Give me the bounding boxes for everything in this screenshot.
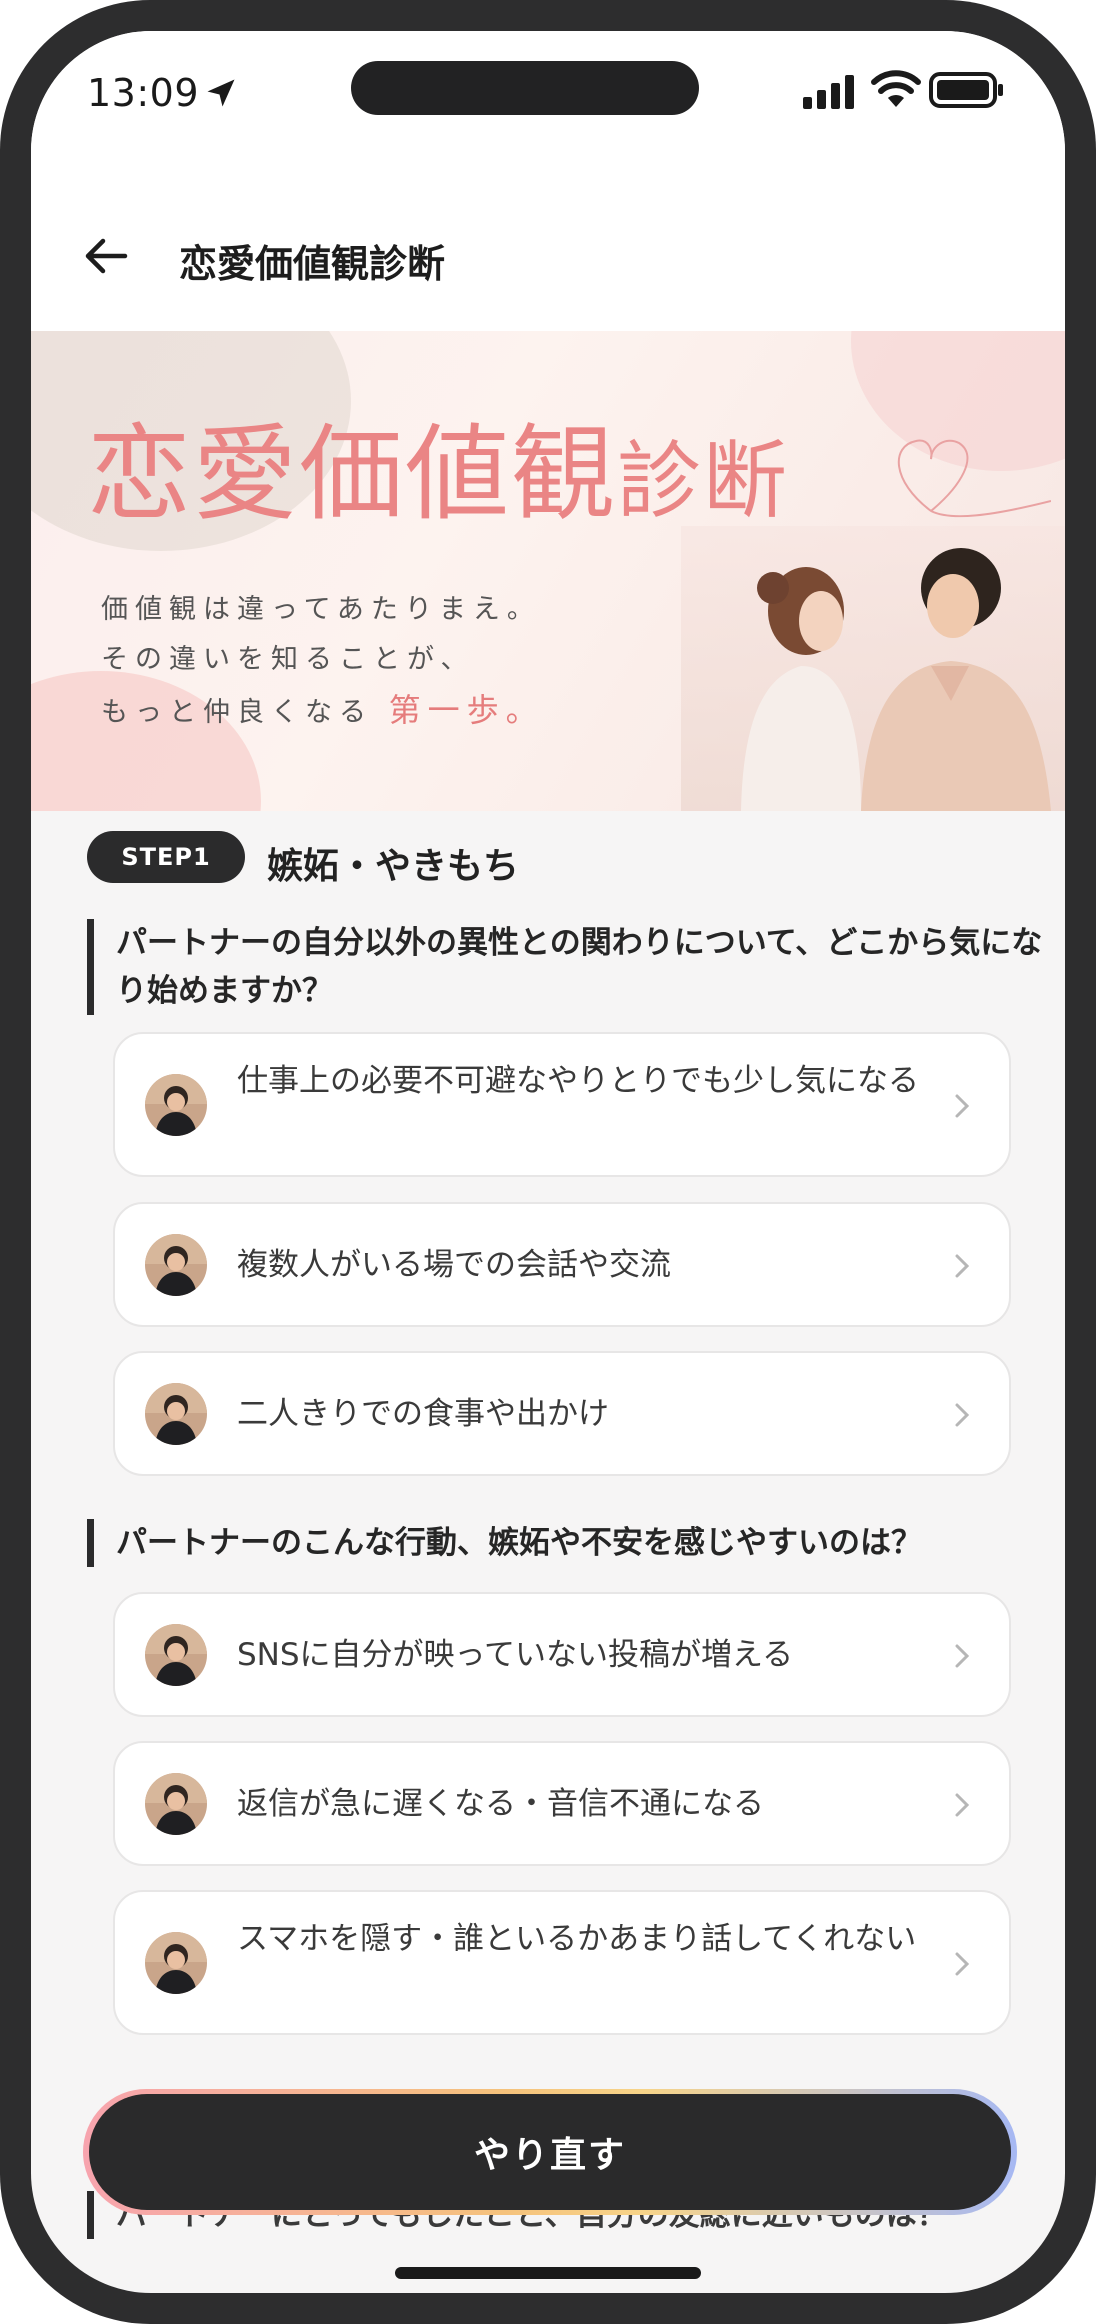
answer-option-text: 返信が急に遅くなる・音信不通になる — [237, 1786, 764, 1822]
hero-banner: 恋愛価値観診断 価値観は違ってあたりまえ。 その違いを知ることが、 もっと仲良く… — [31, 331, 1065, 811]
question-heading: パートナーのこんな行動、嫉妬や不安を感じやすいのは？ — [87, 1519, 1056, 1567]
answer-option[interactable]: 返信が急に遅くなる・音信不通になる — [113, 1741, 1011, 1866]
avatar — [145, 1624, 207, 1686]
answer-option-text: SNSに自分が映っていない投稿が増える — [237, 1637, 794, 1673]
answer-option[interactable]: スマホを隠す・誰といるかあまり話してくれない — [113, 1890, 1011, 2035]
answer-option-text: 複数人がいる場での会話や交流 — [237, 1247, 671, 1283]
answer-option-text: スマホを隠す・誰といるかあまり話してくれない — [237, 1921, 917, 1957]
banner-copy-line: 価値観は違ってあたりまえ。 — [101, 594, 541, 625]
banner-title: 恋愛価値観診断 — [87, 389, 789, 540]
banner-highlight: 第一歩。 — [388, 691, 545, 729]
avatar — [145, 1932, 207, 1994]
answer-option-text: 仕事上の必要不可避なやりとりでも少し気になる — [237, 1063, 919, 1099]
nav-bar: 恋愛価値観診断 — [31, 161, 1065, 331]
banner-copy: 価値観は違ってあたりまえ。 その違いを知ることが、 もっと仲良くなる 第一歩。 — [101, 585, 545, 738]
back-arrow-icon[interactable] — [81, 231, 131, 281]
chevron-right-icon — [955, 1952, 970, 1976]
wifi-icon — [871, 70, 921, 107]
home-indicator[interactable] — [395, 2267, 701, 2279]
location-arrow-icon — [207, 79, 235, 107]
chevron-right-icon — [955, 1644, 970, 1668]
answer-option[interactable]: 仕事上の必要不可避なやりとりでも少し気になる — [113, 1032, 1011, 1177]
step-title: 嫉妬・やきもち — [267, 846, 520, 887]
banner-title-sub: 診断 — [617, 432, 790, 530]
dynamic-island — [351, 61, 699, 115]
answer-option[interactable]: 複数人がいる場での会話や交流 — [113, 1202, 1011, 1327]
chevron-right-icon — [955, 1254, 970, 1278]
battery-icon — [929, 72, 1003, 108]
answer-option[interactable]: SNSに自分が映っていない投稿が増える — [113, 1592, 1011, 1717]
avatar — [145, 1383, 207, 1445]
page-title: 恋愛価値観診断 — [179, 242, 446, 286]
avatar — [145, 1773, 207, 1835]
redo-button[interactable]: やり直す — [89, 2094, 1011, 2210]
signal-icon — [803, 75, 854, 109]
phone-frame: 13:09 恋愛価値観診断 恋愛価値観診断 価値観は違ってあたりまえ。 その違い… — [0, 0, 1096, 2324]
screen: 13:09 恋愛価値観診断 恋愛価値観診断 価値観は違ってあたりまえ。 その違い… — [31, 31, 1065, 2293]
heart-outline-icon — [897, 439, 1051, 518]
avatar — [145, 1234, 207, 1296]
chevron-right-icon — [955, 1403, 970, 1427]
couple-photo — [681, 526, 1065, 811]
avatar — [145, 1074, 207, 1136]
step-badge: STEP1 — [87, 831, 245, 883]
banner-title-main: 恋愛価値観 — [87, 413, 618, 535]
question-heading: パートナーの自分以外の異性との関わりについて、どこから気になり始めますか？ — [87, 919, 1056, 1015]
status-bar: 13:09 — [31, 31, 1065, 161]
answer-option[interactable]: 二人きりでの食事や出かけ — [113, 1351, 1011, 1476]
status-time: 13:09 — [87, 71, 200, 115]
chevron-right-icon — [955, 1793, 970, 1817]
chevron-right-icon — [955, 1094, 970, 1118]
banner-copy-line: その違いを知ることが、 — [101, 644, 475, 675]
banner-copy-line: もっと仲良くなる 第一歩。 — [101, 691, 545, 729]
answer-option-text: 二人きりでの食事や出かけ — [237, 1396, 609, 1432]
